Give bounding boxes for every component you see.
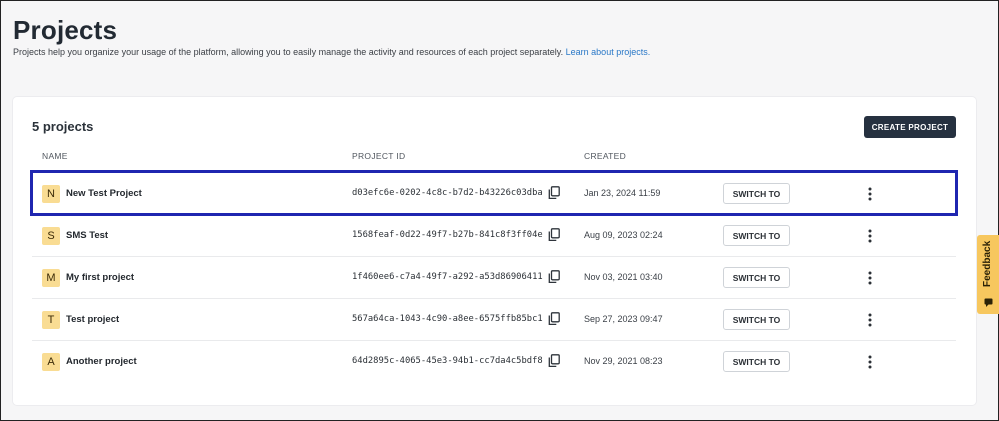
project-avatar: S bbox=[42, 227, 60, 245]
column-header-created: CREATED bbox=[584, 151, 627, 161]
project-name[interactable]: Test project bbox=[66, 314, 119, 325]
copy-icon[interactable] bbox=[548, 270, 560, 284]
switch-to-button[interactable]: SWITCH TO bbox=[723, 267, 790, 288]
table-row[interactable]: N New Test Project d03efc6e-0202-4c8c-b7… bbox=[30, 170, 958, 216]
switch-to-button[interactable]: SWITCH TO bbox=[723, 309, 790, 330]
project-id: 1f460ee6-c7a4-49f7-a292-a53d86906411 bbox=[352, 272, 543, 282]
project-created: Jan 23, 2024 11:59 bbox=[584, 188, 661, 198]
project-name[interactable]: Another project bbox=[66, 356, 137, 367]
switch-to-button[interactable]: SWITCH TO bbox=[723, 183, 790, 204]
copy-icon[interactable] bbox=[548, 354, 560, 368]
feedback-tab[interactable]: Feedback bbox=[977, 235, 999, 314]
feedback-icon bbox=[984, 294, 993, 307]
project-avatar: M bbox=[42, 269, 60, 287]
table-row[interactable]: M My first project 1f460ee6-c7a4-49f7-a2… bbox=[32, 256, 956, 298]
copy-icon[interactable] bbox=[548, 312, 560, 326]
project-created: Sep 27, 2023 09:47 bbox=[584, 314, 663, 324]
project-avatar: A bbox=[42, 353, 60, 371]
projects-card: 5 projects CREATE PROJECT NAME PROJECT I… bbox=[13, 97, 976, 405]
project-created: Nov 29, 2021 08:23 bbox=[584, 356, 663, 366]
project-id: d03efc6e-0202-4c8c-b7d2-b43226c03dba bbox=[352, 188, 543, 198]
column-header-project-id: PROJECT ID bbox=[352, 151, 406, 161]
project-id: 1568feaf-0d22-49f7-b27b-841c8f3ff04e bbox=[352, 230, 543, 240]
project-created: Aug 09, 2023 02:24 bbox=[584, 230, 663, 240]
page-subtitle-text: Projects help you organize your usage of… bbox=[13, 47, 564, 57]
table-row[interactable]: A Another project 64d2895c-4065-45e3-94b… bbox=[32, 340, 956, 382]
project-avatar: N bbox=[42, 185, 60, 203]
kebab-menu-icon[interactable] bbox=[865, 353, 875, 371]
projects-table: N New Test Project d03efc6e-0202-4c8c-b7… bbox=[30, 170, 958, 382]
project-avatar: T bbox=[42, 311, 60, 329]
project-count: 5 projects bbox=[32, 119, 94, 134]
feedback-label: Feedback bbox=[982, 240, 993, 287]
table-row[interactable]: S SMS Test 1568feaf-0d22-49f7-b27b-841c8… bbox=[32, 214, 956, 256]
switch-to-button[interactable]: SWITCH TO bbox=[723, 225, 790, 246]
kebab-menu-icon[interactable] bbox=[865, 227, 875, 245]
create-project-button[interactable]: CREATE PROJECT bbox=[864, 116, 956, 138]
project-created: Nov 03, 2021 03:40 bbox=[584, 272, 663, 282]
learn-about-projects-link[interactable]: Learn about projects. bbox=[566, 47, 651, 57]
project-id: 64d2895c-4065-45e3-94b1-cc7da4c5bdf8 bbox=[352, 356, 543, 366]
copy-icon[interactable] bbox=[548, 228, 560, 242]
project-name[interactable]: My first project bbox=[66, 272, 134, 283]
table-row[interactable]: T Test project 567a64ca-1043-4c90-a8ee-6… bbox=[32, 298, 956, 340]
project-name[interactable]: SMS Test bbox=[66, 230, 108, 241]
column-header-name: NAME bbox=[42, 151, 68, 161]
kebab-menu-icon[interactable] bbox=[865, 311, 875, 329]
page-title: Projects bbox=[13, 15, 118, 45]
kebab-menu-icon[interactable] bbox=[865, 185, 875, 203]
copy-icon[interactable] bbox=[548, 186, 560, 200]
project-name[interactable]: New Test Project bbox=[66, 188, 142, 199]
kebab-menu-icon[interactable] bbox=[865, 269, 875, 287]
project-id: 567a64ca-1043-4c90-a8ee-6575ffb85bc1 bbox=[352, 314, 543, 324]
page-subtitle: Projects help you organize your usage of… bbox=[13, 47, 650, 57]
switch-to-button[interactable]: SWITCH TO bbox=[723, 351, 790, 372]
